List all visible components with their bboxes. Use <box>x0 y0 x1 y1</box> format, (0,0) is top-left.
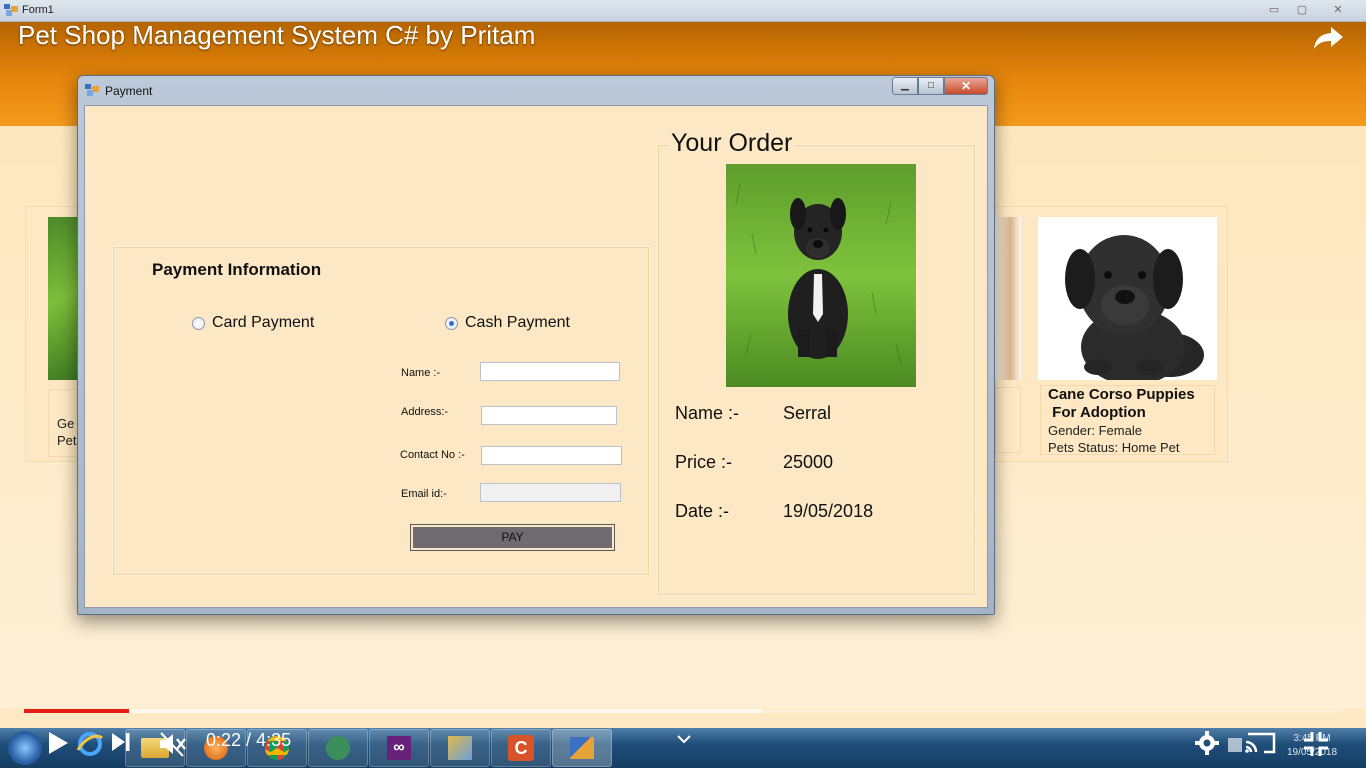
name-field[interactable] <box>480 362 620 381</box>
pet-status: Pets Status: Home Pet <box>1048 440 1180 455</box>
form-app-icon <box>85 84 99 96</box>
share-arrow-icon[interactable] <box>1312 24 1344 52</box>
visual-studio-icon[interactable]: ∞ <box>369 729 429 767</box>
radio-unchecked-icon <box>192 316 205 330</box>
background-window-title: Form1 <box>22 4 54 16</box>
puppy-on-grass-icon <box>726 164 916 387</box>
pet-photo <box>1038 217 1217 380</box>
start-orb-icon[interactable] <box>8 731 42 765</box>
pet-card-partial[interactable]: Ge Pet <box>48 217 78 457</box>
pet-card-info: Cane Corso Puppies For Adoption Gender: … <box>1040 385 1215 455</box>
video-time-display: 0:22 / 4:35 <box>206 730 291 751</box>
minimize-button[interactable]: ▭ <box>1262 2 1286 18</box>
pet-photo <box>995 217 1021 380</box>
contact-field[interactable] <box>481 446 622 465</box>
order-name-value: Serral <box>783 403 832 423</box>
order-date-label: Date :- <box>675 501 730 521</box>
order-price-value: 25000 <box>783 452 834 472</box>
payment-information-heading: Payment Information <box>152 260 322 279</box>
chevron-down-icon[interactable] <box>676 734 692 746</box>
cast-icon[interactable] <box>1244 730 1278 756</box>
close-button[interactable]: ✕ <box>1326 2 1350 18</box>
your-order-heading: Your Order <box>668 129 796 158</box>
email-field[interactable] <box>480 483 621 502</box>
address-field[interactable] <box>481 406 617 425</box>
pet-card-partial[interactable] <box>995 217 1021 457</box>
pay-button-label: PAY <box>413 527 612 548</box>
video-played-bar <box>24 709 130 713</box>
maximize-button[interactable]: ▢ <box>1290 2 1314 18</box>
video-buffered-bar <box>24 709 763 713</box>
pet-name-line2: For Adoption <box>1048 404 1146 421</box>
pet-name: Cane Corso Puppies <box>1048 386 1195 403</box>
ie-icon[interactable] <box>76 730 104 758</box>
android-studio-icon[interactable] <box>308 729 368 767</box>
dialog-minimize-button[interactable]: ▁ <box>892 77 918 95</box>
winforms-app-icon[interactable] <box>552 729 612 767</box>
order-date-value: 19/05/2018 <box>783 501 874 521</box>
payment-dialog-client: Payment Information Card Payment Cash Pa… <box>84 105 988 608</box>
radio-checked-icon <box>445 316 458 330</box>
card-payment-label: Card Payment <box>212 314 315 331</box>
payment-dialog: Payment ▁ □ ✕ Payment Information Card P… <box>77 75 995 615</box>
pet-status-fragment: Pet <box>57 433 77 448</box>
pay-button[interactable]: PAY <box>410 524 615 551</box>
dialog-close-button[interactable]: ✕ <box>944 77 988 95</box>
cash-payment-label: Cash Payment <box>465 314 570 331</box>
contact-label: Contact No :- <box>400 449 465 461</box>
gear-icon[interactable] <box>1194 730 1220 756</box>
pet-gender-fragment: Ge <box>57 416 75 431</box>
network-tray-icon[interactable] <box>1228 738 1242 752</box>
pet-gender: Gender: Female <box>1048 423 1142 438</box>
video-progress-bar[interactable] <box>24 709 1342 713</box>
order-pet-photo <box>726 164 916 387</box>
pet-photo <box>48 217 78 380</box>
current-time: 0:22 <box>206 730 242 750</box>
pet-card[interactable]: Cane Corso Puppies For Adoption Gender: … <box>1038 217 1218 457</box>
play-icon[interactable] <box>46 730 70 756</box>
camtasia-icon[interactable]: C <box>491 729 551 767</box>
puppy-photo-icon <box>1038 217 1217 380</box>
card-payment-radio[interactable]: Card Payment <box>192 314 314 332</box>
next-video-icon[interactable] <box>110 730 132 754</box>
volume-muted-icon[interactable] <box>157 730 187 758</box>
video-duration: 4:35 <box>256 730 292 750</box>
order-price-label: Price :- <box>675 452 733 472</box>
email-label: Email id:- <box>401 488 447 500</box>
network-tool-icon[interactable] <box>430 729 490 767</box>
form-app-icon <box>4 4 18 16</box>
time-separator: / <box>241 730 257 750</box>
exit-fullscreen-icon[interactable] <box>1302 730 1330 758</box>
order-name-label: Name :- <box>675 403 740 423</box>
name-label: Name :- <box>401 367 441 379</box>
background-window-titlebar: Form1 ▭ ▢ ✕ <box>0 0 1366 22</box>
video-title[interactable]: Pet Shop Management System C# by Pritam <box>18 20 535 51</box>
dialog-maximize-button[interactable]: □ <box>918 77 944 95</box>
payment-dialog-title: Payment <box>105 84 153 98</box>
cash-payment-radio[interactable]: Cash Payment <box>445 314 570 332</box>
pet-card-info: Ge Pet <box>48 389 78 457</box>
pet-card-info <box>995 387 1021 453</box>
address-label: Address:- <box>401 406 449 418</box>
